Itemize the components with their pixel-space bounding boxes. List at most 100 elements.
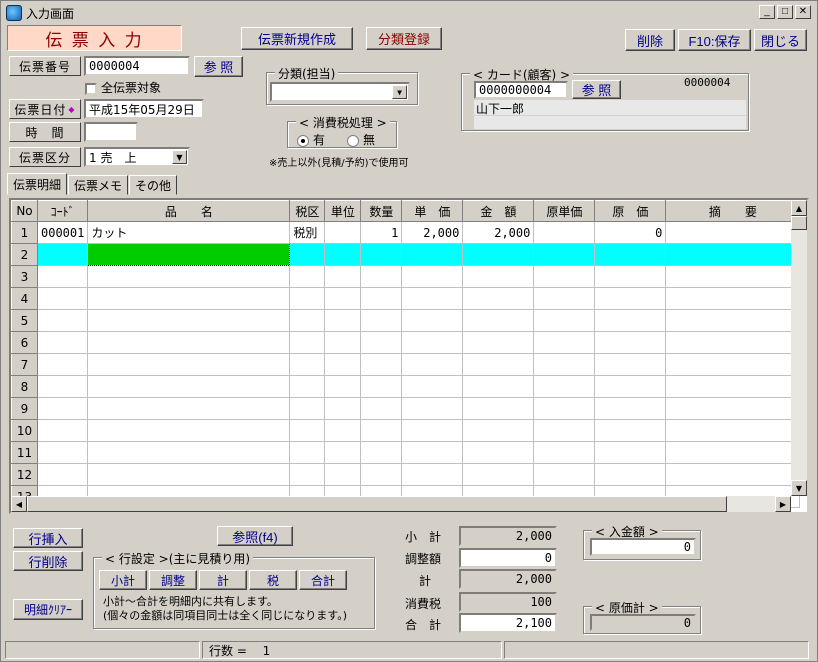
grid-cell-cost[interactable]: [594, 441, 667, 464]
grid-cell-qty[interactable]: [360, 265, 403, 288]
grid-cell-amount[interactable]: 2,000: [462, 221, 535, 244]
tab-slip-details[interactable]: 伝票明細: [7, 173, 68, 195]
grid-cell-name[interactable]: [87, 441, 291, 464]
grid-cell-amount[interactable]: [462, 375, 535, 398]
grid-cell-unit[interactable]: [324, 331, 362, 354]
time-input[interactable]: [84, 122, 138, 142]
grid-cell-cost-unit[interactable]: [533, 353, 596, 376]
grid-cell-note[interactable]: [665, 441, 801, 464]
table-row[interactable]: 2: [11, 243, 801, 266]
grid-cell-name[interactable]: [87, 331, 291, 354]
maximize-button[interactable]: □: [777, 5, 793, 19]
row-number[interactable]: 7: [11, 353, 38, 376]
grid-cell-note[interactable]: [665, 353, 801, 376]
grid-cell-code[interactable]: 000001: [37, 221, 89, 244]
grid-cell-name[interactable]: [87, 463, 291, 486]
total-row-button[interactable]: 計: [199, 570, 247, 590]
grid-cell-qty[interactable]: [360, 309, 403, 332]
grid-cell-tax[interactable]: [289, 419, 326, 442]
grid-cell-unit[interactable]: [324, 287, 362, 310]
grid-cell-cost-unit[interactable]: [533, 243, 596, 266]
row-number[interactable]: 9: [11, 397, 38, 420]
grid-cell-qty[interactable]: [360, 419, 403, 442]
grid-cell-qty[interactable]: [360, 331, 403, 354]
table-row[interactable]: 7: [11, 353, 801, 376]
grid-cell-note[interactable]: [665, 243, 801, 266]
grid-cell-qty[interactable]: [360, 243, 403, 266]
grid-cell-qty[interactable]: [360, 353, 403, 376]
grid-cell-price[interactable]: [401, 353, 464, 376]
grid-cell-cost-unit[interactable]: [533, 375, 596, 398]
subtotal-row-button[interactable]: 小計: [99, 570, 147, 590]
grid-cell-qty[interactable]: 1: [360, 221, 403, 244]
grid-cell-unit[interactable]: [324, 397, 362, 420]
grid-cell-unit[interactable]: [324, 309, 362, 332]
slip-type-select[interactable]: 1 売 上 ▼: [84, 147, 190, 167]
grid-cell-code[interactable]: [37, 331, 89, 354]
tax-no-radio[interactable]: 無: [347, 131, 375, 148]
tax-row-button[interactable]: 税: [249, 570, 297, 590]
grid-cell-code[interactable]: [37, 243, 89, 266]
grid-cell-name[interactable]: [87, 287, 291, 310]
grid-cell-note[interactable]: [665, 331, 801, 354]
row-number[interactable]: 10: [11, 419, 38, 442]
ref-f4-button[interactable]: 参照(f4): [217, 526, 293, 546]
card-ref-button[interactable]: 参 照: [572, 80, 621, 99]
grid-cell-amount[interactable]: [462, 397, 535, 420]
grid-cell-cost[interactable]: [594, 419, 667, 442]
table-row[interactable]: 11: [11, 441, 801, 464]
tax-yes-radio[interactable]: 有: [297, 131, 325, 148]
grid-cell-code[interactable]: [37, 375, 89, 398]
grid-cell-price[interactable]: [401, 265, 464, 288]
chevron-down-icon[interactable]: ▼: [172, 150, 187, 164]
grid-cell-price[interactable]: [401, 419, 464, 442]
grid-cell-name[interactable]: カット: [87, 221, 291, 244]
grid-cell-unit[interactable]: [324, 463, 362, 486]
scroll-right-icon[interactable]: ▶: [775, 496, 791, 512]
grid-cell-name[interactable]: [87, 397, 291, 420]
table-row[interactable]: 8: [11, 375, 801, 398]
close-button[interactable]: 閉じる: [754, 29, 807, 51]
category-register-button[interactable]: 分類登録: [366, 27, 442, 50]
grid-cell-unit[interactable]: [324, 353, 362, 376]
row-number[interactable]: 6: [11, 331, 38, 354]
horizontal-scrollbar[interactable]: ◀ ▶: [11, 496, 791, 512]
grid-cell-price[interactable]: [401, 331, 464, 354]
grid-cell-name[interactable]: [87, 353, 291, 376]
row-number[interactable]: 11: [11, 441, 38, 464]
checkbox-box[interactable]: [85, 82, 97, 95]
grid-cell-cost-unit[interactable]: [533, 265, 596, 288]
grid-cell-cost[interactable]: [594, 287, 667, 310]
grid-cell-cost[interactable]: [594, 331, 667, 354]
row-number[interactable]: 2: [11, 243, 38, 266]
tab-other[interactable]: その他: [129, 175, 178, 195]
grid-cell-note[interactable]: [665, 221, 801, 244]
save-button[interactable]: F10:保存: [678, 29, 751, 51]
row-number[interactable]: 12: [11, 463, 38, 486]
grid-cell-cost[interactable]: [594, 463, 667, 486]
grid-cell-cost-unit[interactable]: [533, 309, 596, 332]
table-row[interactable]: 3: [11, 265, 801, 288]
grid-cell-cost-unit[interactable]: [533, 463, 596, 486]
grid-cell-amount[interactable]: [462, 441, 535, 464]
grid-cell-cost[interactable]: [594, 243, 667, 266]
table-row[interactable]: 4: [11, 287, 801, 310]
table-row[interactable]: 1 000001 カット 税別 1 2,000 2,000 0: [11, 221, 801, 244]
delete-button[interactable]: 削除: [625, 29, 675, 51]
grid-cell-name[interactable]: [87, 419, 291, 442]
chevron-down-icon[interactable]: ▼: [392, 85, 407, 99]
grid-cell-cost[interactable]: [594, 265, 667, 288]
card-number-input[interactable]: 0000000004: [474, 81, 568, 99]
grid-cell-tax[interactable]: [289, 353, 326, 376]
table-row[interactable]: 5: [11, 309, 801, 332]
grid-cell-cost[interactable]: [594, 397, 667, 420]
grid-cell-amount[interactable]: [462, 419, 535, 442]
grid-cell-qty[interactable]: [360, 441, 403, 464]
grid-cell-price[interactable]: [401, 287, 464, 310]
delete-row-button[interactable]: 行削除: [13, 551, 83, 571]
clear-details-button[interactable]: 明細ｸﾘｱｰ: [13, 599, 83, 620]
insert-row-button[interactable]: 行挿入: [13, 528, 83, 548]
tab-slip-memo[interactable]: 伝票メモ: [68, 175, 129, 195]
grid-cell-tax[interactable]: [289, 331, 326, 354]
slip-ref-button[interactable]: 参 照: [194, 56, 243, 77]
